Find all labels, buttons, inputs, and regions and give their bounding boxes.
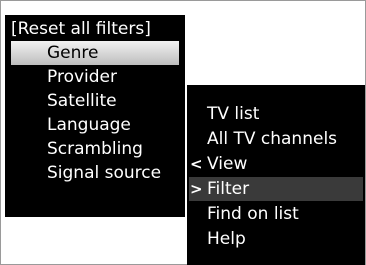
menu-item-label: TV list [207,104,260,124]
menu-item-label: All TV channels [207,129,338,149]
menu-item-filter[interactable]: > Filter [189,177,363,201]
chevron-right-icon: > [190,180,203,198]
menu-item-reset-all-filters[interactable]: [Reset all filters] [11,17,179,41]
menu-item-scrambling[interactable]: Scrambling [11,137,179,161]
menu-item-label: Help [207,229,246,249]
menu-item-label: Scrambling [47,139,143,159]
menu-item-provider[interactable]: Provider [11,65,179,89]
menu-item-label: Satellite [47,91,117,111]
menu-item-label: View [207,154,248,174]
menu-item-tv-list[interactable]: TV list [189,102,363,126]
menu-item-label: Filter [207,179,250,199]
menu-item-view[interactable]: < View [189,152,363,176]
menu-item-signal-source[interactable]: Signal source [11,161,179,185]
menu-item-label: Genre [47,43,99,63]
menu-item-language[interactable]: Language [11,113,179,137]
menu-item-label: Signal source [47,163,162,183]
menu-item-label: Provider [47,67,117,87]
menu-item-find-on-list[interactable]: Find on list [189,202,363,226]
menu-item-all-tv-channels[interactable]: All TV channels [189,127,363,151]
filter-submenu: [Reset all filters] Genre Provider Satel… [5,15,185,217]
menu-item-label: [Reset all filters] [11,19,151,39]
menu-item-satellite[interactable]: Satellite [11,89,179,113]
menu-item-genre[interactable]: Genre [11,41,179,65]
chevron-left-icon: < [190,155,203,173]
menu-item-help[interactable]: Help [189,227,363,251]
menu-item-label: Find on list [207,204,299,224]
screen-frame: [Reset all filters] Genre Provider Satel… [0,0,366,265]
menu-item-label: Language [47,115,131,135]
main-menu: TV list All TV channels < View > Filter … [187,85,365,265]
